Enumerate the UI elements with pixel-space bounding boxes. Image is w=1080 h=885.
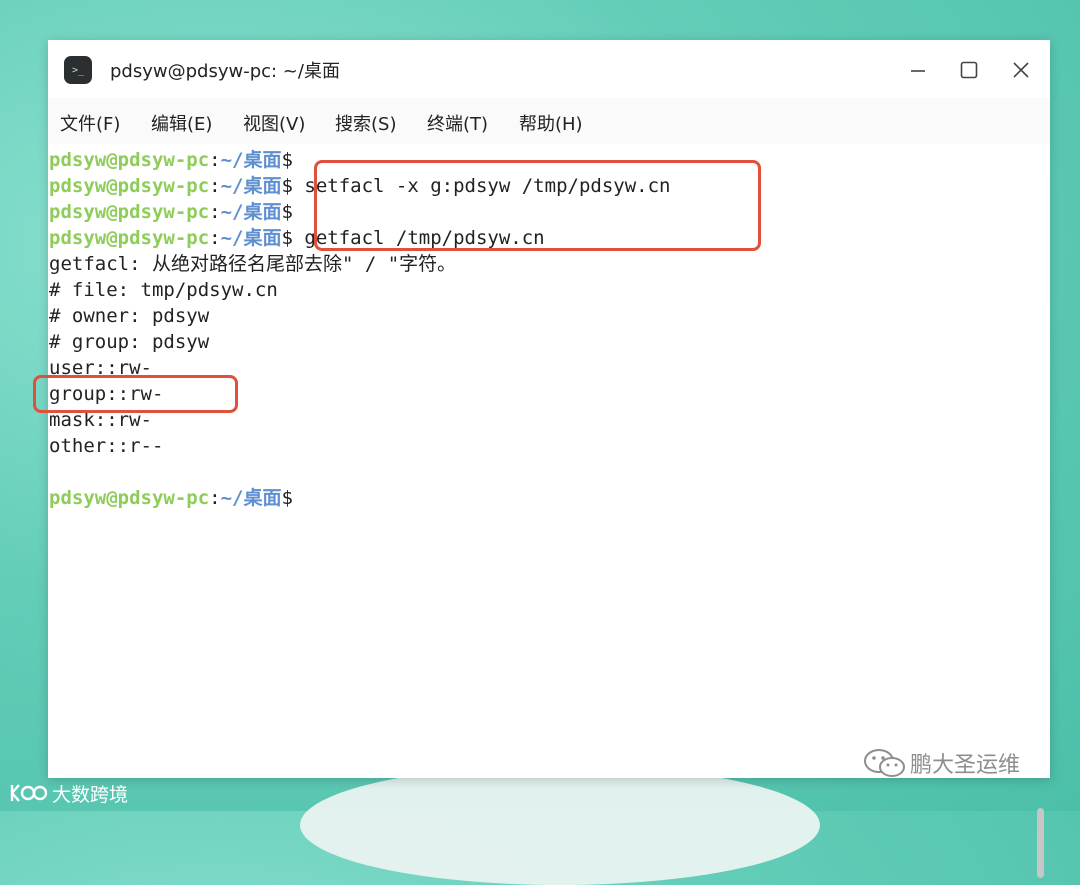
prompt-path: ~/桌面 (220, 149, 282, 171)
terminal-icon: >_ (64, 56, 92, 84)
prompt-path: ~/桌面 (220, 201, 282, 223)
prompt-path: ~/桌面 (220, 175, 282, 197)
output-line: other::r-- (49, 435, 164, 457)
menu-bar: 文件(F) 编辑(E) 视图(V) 搜索(S) 终端(T) 帮助(H) (48, 98, 1050, 144)
menu-help[interactable]: 帮助(H) (519, 110, 583, 136)
close-icon (1013, 62, 1029, 78)
prompt-user: pdsyw@pdsyw-pc (49, 227, 210, 249)
watermark-left: 大数跨境 (8, 778, 128, 808)
menu-terminal[interactable]: 终端(T) (427, 110, 488, 136)
menu-file[interactable]: 文件(F) (60, 110, 120, 136)
prompt-separator: : (209, 201, 221, 223)
prompt-line: pdsyw@pdsyw-pc:~/桌面$ (49, 147, 304, 173)
output-line: # group: pdsyw (49, 331, 210, 353)
terminal-window: >_ pdsyw@pdsyw-pc: ~/桌面 文件(F) 编辑(E) 视图(V… (33, 40, 1050, 878)
menu-edit[interactable]: 编辑(E) (151, 110, 212, 136)
brand-logo-icon (10, 784, 48, 802)
prompt-user: pdsyw@pdsyw-pc (49, 487, 210, 509)
maximize-icon (960, 61, 978, 79)
prompt-user: pdsyw@pdsyw-pc (49, 149, 210, 171)
watermark-right: 鹏大圣运维 (862, 745, 1020, 781)
prompt-path: ~/桌面 (220, 227, 282, 249)
prompt-separator: : (209, 487, 221, 509)
close-button[interactable] (1005, 54, 1037, 86)
maximize-button[interactable] (953, 54, 985, 86)
watermark-left-text: 大数跨境 (52, 783, 129, 806)
prompt-separator: : (209, 149, 221, 171)
prompt-separator: : (209, 227, 221, 249)
menu-search[interactable]: 搜索(S) (335, 110, 396, 136)
prompt-path: ~/桌面 (220, 487, 282, 509)
group-highlight-box (33, 375, 238, 413)
prompt-dollar: $ (281, 487, 293, 509)
prompt-separator: : (209, 175, 221, 197)
title-bar: >_ pdsyw@pdsyw-pc: ~/桌面 (48, 40, 1050, 98)
output-line: # owner: pdsyw (49, 305, 210, 327)
prompt-user: pdsyw@pdsyw-pc (49, 201, 210, 223)
wechat-icon (864, 749, 905, 777)
terminal-output-area[interactable]: pdsyw@pdsyw-pc:~/桌面$ pdsyw@pdsyw-pc:~/桌面… (33, 144, 1050, 878)
output-line: getfacl: 从绝对路径名尾部去除" / "字符。 (49, 253, 457, 275)
prompt-dollar: $ (281, 175, 293, 197)
window-title: pdsyw@pdsyw-pc: ~/桌面 (110, 61, 340, 82)
command-highlight-box (314, 160, 761, 251)
minimize-icon (911, 70, 925, 72)
minimize-button[interactable] (902, 54, 934, 86)
prompt-user: pdsyw@pdsyw-pc (49, 175, 210, 197)
scrollbar-thumb[interactable] (1037, 808, 1044, 878)
output-line: # file: tmp/pdsyw.cn (49, 279, 278, 301)
prompt-dollar: $ (281, 201, 293, 223)
background-glow (300, 765, 820, 885)
prompt-line: pdsyw@pdsyw-pc:~/桌面$ (49, 199, 304, 225)
menu-view[interactable]: 视图(V) (243, 110, 305, 136)
prompt-dollar: $ (281, 227, 293, 249)
watermark-right-text: 鹏大圣运维 (910, 753, 1021, 778)
prompt-dollar: $ (281, 149, 293, 171)
prompt-line: pdsyw@pdsyw-pc:~/桌面$ (49, 485, 304, 511)
